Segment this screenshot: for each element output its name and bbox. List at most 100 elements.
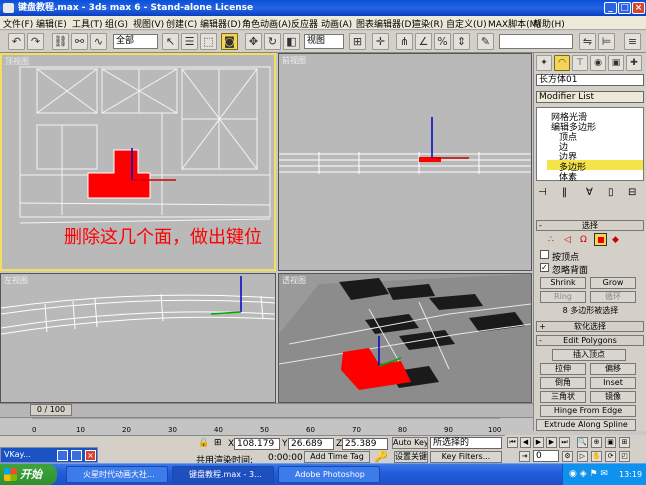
menu-help[interactable]: 帮助(H) (533, 17, 565, 30)
menu-create[interactable]: 创建(C) (166, 17, 197, 30)
key-mode-icon[interactable]: ⇥ (519, 451, 530, 462)
track-bar[interactable]: 0 10 20 30 40 50 60 70 80 90 100 (0, 417, 533, 435)
viewport-top[interactable]: 顶视图 删除这几个面，做出键位 (0, 53, 276, 271)
maximize-viewport-icon[interactable]: ◰ (619, 451, 630, 462)
viewport-left[interactable]: 左视图 (0, 273, 276, 403)
z-coord-field[interactable]: 25.389 (342, 438, 388, 450)
angle-snap-icon[interactable]: ∠ (415, 33, 432, 50)
arc-rotate-icon[interactable]: ⟳ (605, 451, 616, 462)
ignore-backface-checkbox[interactable]: ✓ (540, 263, 549, 272)
inset-button[interactable]: Inset (590, 377, 636, 389)
loop-button[interactable]: 循环 (590, 291, 636, 303)
element-mode-icon[interactable]: ◆ (612, 235, 619, 245)
named-sel-icon[interactable]: ✎ (477, 33, 494, 50)
vkay-restore-icon[interactable] (71, 450, 82, 461)
menu-graph-editors[interactable]: 图表编辑器(D) (356, 17, 415, 30)
vkay-close-icon[interactable]: × (85, 450, 96, 461)
go-to-end-icon[interactable]: ⏭ (559, 437, 570, 448)
region-select-icon[interactable]: ⬚ (200, 33, 217, 50)
close-button[interactable]: × (632, 2, 645, 14)
triangulate-button[interactable]: 三角状 (540, 391, 586, 403)
time-config-icon[interactable]: ⚙ (562, 451, 573, 462)
ring-button[interactable]: Ring (540, 291, 586, 303)
next-frame-icon[interactable]: ▶ (546, 437, 557, 448)
vkay-minimize-icon[interactable] (57, 450, 68, 461)
menu-file[interactable]: 文件(F) (3, 17, 33, 30)
window-crossing-icon[interactable]: ◙ (221, 33, 238, 50)
snap-icon[interactable]: ⋔ (396, 33, 413, 50)
mirror-icon[interactable]: ⇋ (579, 33, 596, 50)
move-icon[interactable]: ✥ (245, 33, 262, 50)
auto-key-button[interactable]: Auto Key (392, 437, 428, 449)
pivot-icon[interactable]: ⊞ (349, 33, 366, 50)
scale-icon[interactable]: ◧ (283, 33, 300, 50)
menu-modifiers[interactable]: 编辑器(D) (200, 17, 241, 30)
viewport-front[interactable]: 前视图 (278, 53, 532, 271)
task-3dsmax[interactable]: 键盘教程.max - 3... (172, 466, 274, 483)
flip-button[interactable]: 镜像 (590, 391, 636, 403)
by-vertex-checkbox[interactable] (540, 250, 549, 259)
task-photoshop[interactable]: Adobe Photoshop (278, 466, 380, 483)
pan-icon[interactable]: ✋ (591, 451, 602, 462)
manipulate-icon[interactable]: ✛ (372, 33, 389, 50)
motion-tab-icon[interactable]: ◉ (590, 55, 606, 71)
hinge-from-edge-button[interactable]: Hinge From Edge (540, 405, 636, 417)
remove-modifier-icon[interactable]: ▯ (608, 187, 614, 198)
ref-coord-select[interactable]: 视图 (304, 34, 344, 49)
fov-icon[interactable]: ▷ (577, 451, 588, 462)
menu-group[interactable]: 组(G) (105, 17, 128, 30)
spinner-snap-icon[interactable]: ⇕ (453, 33, 470, 50)
time-slider-track[interactable] (0, 403, 533, 417)
menu-customize[interactable]: 自定义(U) (446, 17, 487, 30)
show-end-result-icon[interactable]: ‖ (562, 187, 567, 198)
current-frame-field[interactable]: 0 (533, 450, 559, 462)
border-mode-icon[interactable]: Ω (580, 235, 587, 245)
absolute-mode-icon[interactable]: ⊞ (214, 438, 222, 448)
stack-item[interactable]: 体素 (559, 170, 577, 183)
viewport-perspective[interactable]: 透视图 (278, 273, 532, 403)
menu-tools[interactable]: 工具(T) (72, 17, 103, 30)
modifier-list-dropdown[interactable]: Modifier List (536, 91, 644, 103)
rollout-soft-selection[interactable]: + 软化选择 (536, 321, 644, 332)
create-tab-icon[interactable]: ✦ (536, 55, 552, 71)
modifier-stack[interactable]: 网格光滑 编辑多边形 顶点 边 边界 多边形 体素 (536, 107, 644, 183)
tray-icons[interactable]: ◉ ◈ ⚑ ✉ (569, 464, 608, 485)
polygon-mode-icon[interactable] (594, 233, 607, 246)
minimize-button[interactable]: _ (604, 2, 617, 14)
redo-icon[interactable]: ↷ (27, 33, 44, 50)
rollout-selection[interactable]: - 选择 (536, 220, 644, 231)
modify-tab-icon[interactable]: ◠ (554, 55, 570, 71)
task-forum[interactable]: 火星时代动画大社... (66, 466, 168, 483)
zoom-all-icon[interactable]: ⊕ (591, 437, 602, 448)
rotate-icon[interactable]: ↻ (264, 33, 281, 50)
configure-sets-icon[interactable]: ⊟ (628, 187, 636, 198)
menu-edit[interactable]: 编辑(E) (36, 17, 67, 30)
extrude-along-spline-button[interactable]: Extrude Along Spline (536, 419, 636, 431)
insert-vertex-button[interactable]: 插入顶点 (552, 349, 626, 361)
key-icon[interactable]: 🔑 (374, 450, 388, 463)
utilities-tab-icon[interactable]: ✚ (626, 55, 642, 71)
vertex-mode-icon[interactable]: ∴ (548, 235, 554, 245)
prev-frame-icon[interactable]: ◀ (520, 437, 531, 448)
hierarchy-tab-icon[interactable]: ⊤ (572, 55, 588, 71)
zoom-extents-icon[interactable]: ▣ (605, 437, 616, 448)
menu-rendering[interactable]: 渲染(R) (412, 17, 443, 30)
layer-icon[interactable]: ≡ (624, 33, 641, 50)
menu-animation[interactable]: 动画(A) (321, 17, 352, 30)
stack-item-selected[interactable]: 多边形 (547, 160, 643, 173)
outline-button[interactable]: 偏移 (590, 363, 636, 375)
undo-icon[interactable]: ↶ (8, 33, 25, 50)
pin-stack-icon[interactable]: ⊣ (538, 187, 547, 198)
named-selection-select[interactable] (499, 34, 573, 49)
key-filters-button[interactable]: Key Filters... (430, 451, 502, 463)
shrink-button[interactable]: Shrink (540, 277, 586, 289)
add-time-tag-button[interactable]: Add Time Tag (304, 451, 370, 463)
percent-snap-icon[interactable]: % (434, 33, 451, 50)
go-to-start-icon[interactable]: ⏮ (507, 437, 518, 448)
extrude-button[interactable]: 拉伸 (540, 363, 586, 375)
bevel-button[interactable]: 倒角 (540, 377, 586, 389)
rollout-edit-polygons[interactable]: - Edit Polygons (536, 335, 644, 346)
set-key-button[interactable]: 设置关键 (394, 451, 428, 463)
menu-character[interactable]: 角色动画(A) (242, 17, 291, 30)
object-name-field[interactable]: 长方体01 (536, 74, 644, 86)
